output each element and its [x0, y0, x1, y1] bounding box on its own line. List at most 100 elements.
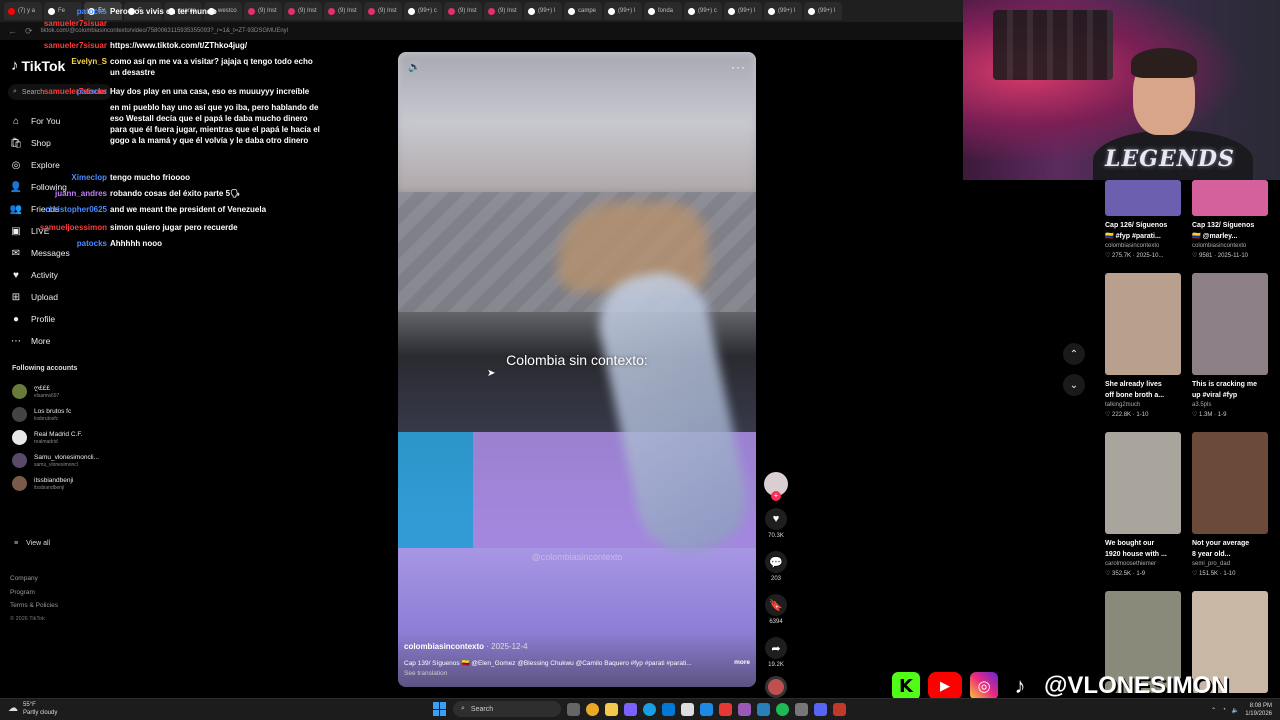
video-channel[interactable]: a3.5pls [1192, 401, 1268, 410]
comment-action[interactable]: 💬 203 [762, 551, 790, 582]
notepad-icon[interactable] [681, 702, 694, 716]
browser-tab[interactable]: (99+) I [604, 2, 642, 20]
windows-start-icon[interactable] [433, 702, 447, 716]
footer-link-company[interactable]: Company [10, 572, 58, 586]
video-channel[interactable]: talking2much [1105, 401, 1181, 410]
app-icon[interactable] [795, 702, 808, 716]
save-action[interactable]: 🔖 6394 [762, 594, 790, 625]
browser-tab[interactable]: (99+) I [764, 2, 802, 20]
suggested-video-card[interactable]: We bought our 1920 house with ... carolmoo… [1105, 432, 1181, 579]
sidebar-item-upload[interactable]: ⊞ Upload [10, 286, 70, 308]
see-translation-link[interactable]: See translation [404, 670, 750, 677]
like-action[interactable]: ♥ 70.3K [762, 508, 790, 539]
volume-icon[interactable]: 🔊 [408, 62, 420, 73]
task-view-icon[interactable] [567, 702, 580, 716]
view-all-button[interactable]: ≡ View all [14, 540, 50, 547]
browser-tab[interactable]: (99+) I [804, 2, 842, 20]
edge-icon[interactable] [643, 702, 656, 716]
clock[interactable]: 8:08 PM 1/19/2026 [1245, 702, 1272, 718]
back-icon[interactable]: ← [8, 26, 17, 36]
streamer-handle: @VLONESIMON [1044, 672, 1229, 699]
share-icon[interactable]: ➦ [765, 637, 787, 659]
video-stats: ♡ 352.5K · 1-9 [1105, 569, 1181, 579]
chat-text: tengo mucho frioooo [110, 173, 190, 182]
spotify-icon[interactable] [776, 702, 789, 716]
more-link[interactable]: more [734, 659, 750, 666]
following-account[interactable]: Real Madrid C.F. realmadrid [12, 426, 99, 449]
tab-favicon-icon [488, 7, 495, 15]
suggested-video-card[interactable]: Cap 126/ Síguenos 🇨🇴 #fyp #parati... colom… [1105, 180, 1181, 261]
video-thumbnail[interactable] [1105, 273, 1181, 375]
browser-tab[interactable]: (99+) I [524, 2, 562, 20]
browser-tab[interactable]: fonda [644, 2, 682, 20]
tab-label: (9) Inst [338, 8, 357, 14]
avatar [12, 430, 27, 445]
video-author[interactable]: colombiasincontexto · 2025-12-4 [404, 642, 750, 651]
app-icon[interactable] [624, 702, 637, 716]
sidebar-item-profile[interactable]: ● Profile [10, 308, 70, 330]
footer-link-program[interactable]: Program [10, 586, 58, 600]
video-player[interactable]: 🔊 ··· Colombia sin contexto: @colombiasi… [398, 52, 756, 687]
video-channel[interactable]: carolmoosethiemer [1105, 560, 1181, 569]
sidebar-item-activity[interactable]: ♥ Activity [10, 264, 70, 286]
follow-plus-icon[interactable]: + [771, 491, 781, 501]
share-action[interactable]: ➦ 19.2K [762, 637, 790, 668]
browser-tab[interactable]: (9) Inst [444, 2, 482, 20]
dropbox-icon[interactable] [700, 702, 713, 716]
app-icon[interactable] [738, 702, 751, 716]
tab-favicon-icon [568, 7, 575, 15]
browser-tab[interactable]: (9) Inst [364, 2, 402, 20]
following-account[interactable]: Los brutos fc losbrutosfc [12, 403, 99, 426]
browser-tab[interactable]: campe [564, 2, 602, 20]
browser-tab[interactable]: (99+) I [724, 2, 762, 20]
video-thumbnail[interactable] [1105, 432, 1181, 534]
discord-icon[interactable] [814, 702, 827, 716]
file-explorer-icon[interactable] [605, 702, 618, 716]
suggested-video-card[interactable]: She already lives off bone broth a... talk… [1105, 273, 1181, 420]
suggested-video-card[interactable]: This is cracking me up #viral #fyp a3.5pls… [1192, 273, 1268, 420]
video-channel[interactable]: semi_pro_dad [1192, 560, 1268, 569]
previous-video-button[interactable]: ⌃ [1063, 343, 1085, 365]
youtube-icon: ▶ [928, 672, 962, 700]
tray-chevron-icon[interactable]: ⌃ [1211, 707, 1216, 714]
video-channel[interactable]: colombiasincontexto [1105, 242, 1181, 251]
video-thumbnail[interactable] [1105, 180, 1181, 216]
browser-tab[interactable]: (99+) c [404, 2, 442, 20]
video-thumbnail[interactable] [1192, 273, 1268, 375]
media-icon[interactable] [719, 702, 732, 716]
video-title: This is cracking me [1192, 381, 1257, 388]
more-options-icon[interactable]: ··· [731, 60, 746, 74]
creator-avatar[interactable]: + [764, 472, 788, 501]
chat-username: juann_andres [54, 189, 107, 198]
bookmark-icon[interactable]: 🔖 [765, 594, 787, 616]
video-thumbnail[interactable] [1192, 432, 1268, 534]
weather-widget[interactable]: ☁ 55°F Partly cloudy [8, 701, 57, 717]
browser-tab[interactable]: (99+) c [684, 2, 722, 20]
following-account[interactable]: Samu_vlonesimoncli... samu_vlonesimoncl [12, 449, 99, 472]
browser-tab[interactable]: (9) Inst [484, 2, 522, 20]
app-icon[interactable] [757, 702, 770, 716]
suggested-video-card[interactable]: Not your average 8 year old... semi_pro_da… [1192, 432, 1268, 579]
suggested-video-card[interactable]: Cap 132/ Síguenos 🇨🇴 @marley... colombiasi… [1192, 180, 1268, 261]
next-video-button[interactable]: ⌄ [1063, 374, 1085, 396]
music-disc-icon[interactable] [765, 676, 787, 698]
video-description: more Cap 139/ Síguenos 🇨🇴 @Elen_Gomez @B… [404, 659, 750, 667]
app-icon[interactable] [833, 702, 846, 716]
taskbar-search[interactable]: ⌕ Search [453, 701, 561, 717]
chrome-icon[interactable] [586, 702, 599, 716]
tab-favicon-icon [768, 7, 775, 15]
video-channel[interactable]: colombiasincontexto [1192, 242, 1268, 251]
heart-icon[interactable]: ♥ [765, 508, 787, 530]
avatar [12, 453, 27, 468]
video-likes: 9581 [1199, 253, 1213, 259]
store-icon[interactable] [662, 702, 675, 716]
following-account[interactable]: itssbiandbenji itssbiandbenji [12, 472, 99, 495]
wifi-icon[interactable]: ◔ [1222, 707, 1226, 713]
volume-tray-icon[interactable]: 🔈 [1232, 707, 1239, 714]
comment-icon[interactable]: 💬 [765, 551, 787, 573]
video-thumbnail[interactable] [1192, 180, 1268, 216]
following-account[interactable]: ღ£££ elsamw697 [12, 380, 99, 403]
sidebar-item-more[interactable]: ⋯ More [10, 330, 70, 352]
footer-link-terms[interactable]: Terms & Policies [10, 599, 58, 613]
streamer-hair [1131, 48, 1197, 78]
